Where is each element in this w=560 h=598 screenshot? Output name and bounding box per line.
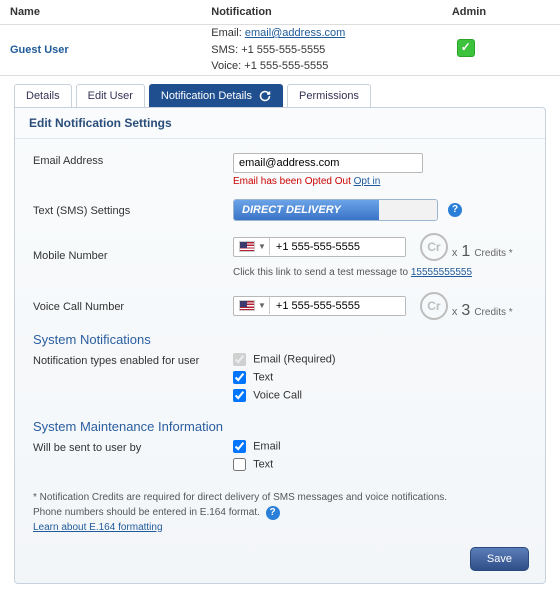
voice-number-label: Voice Call Number xyxy=(33,299,233,313)
sms-settings-label: Text (SMS) Settings xyxy=(33,203,233,217)
notif-types-label: Notification types enabled for user xyxy=(33,353,233,367)
table-row: Guest User Email: email@address.com SMS:… xyxy=(0,25,560,76)
col-header-notification: Notification xyxy=(211,0,452,24)
admin-check-icon xyxy=(457,39,475,57)
tab-permissions[interactable]: Permissions xyxy=(287,84,371,107)
credit-coin-icon: Cr xyxy=(420,292,448,320)
credit-coin-icon: Cr xyxy=(420,233,448,261)
save-button[interactable]: Save xyxy=(470,547,529,571)
voice-credits-count: 3 xyxy=(461,302,470,320)
panel-title: Edit Notification Settings xyxy=(15,108,545,139)
mobile-country-select[interactable]: ▼ xyxy=(234,238,270,255)
us-flag-icon xyxy=(239,300,255,311)
email-label: Email Address xyxy=(33,153,233,167)
tab-notification-details[interactable]: Notification Details xyxy=(149,84,283,107)
summary-sms-value: +1 555-555-5555 xyxy=(241,44,325,56)
mobile-credits: Cr x 1 Credits * xyxy=(420,233,513,261)
notification-settings-panel: Edit Notification Settings Email Address… xyxy=(14,107,546,584)
col-header-name: Name xyxy=(10,0,211,24)
delivery-mode-toggle[interactable]: DIRECT DELIVERY xyxy=(233,199,438,221)
maint-email-checkbox[interactable] xyxy=(233,440,246,453)
test-message-hint: Click this link to send a test message t… xyxy=(233,267,527,278)
maint-sent-by-label: Will be sent to user by xyxy=(33,440,233,454)
test-message-link[interactable]: 15555555555 xyxy=(411,267,472,278)
col-header-admin: Admin xyxy=(452,0,550,24)
summary-email-label: Email: xyxy=(211,27,242,39)
user-name-link[interactable]: Guest User xyxy=(10,44,69,56)
notif-text-checkbox[interactable] xyxy=(233,371,246,384)
tab-edit-user[interactable]: Edit User xyxy=(76,84,145,107)
tabs: Details Edit User Notification Details P… xyxy=(0,76,560,107)
voice-country-select[interactable]: ▼ xyxy=(234,297,270,314)
system-notifications-heading: System Notifications xyxy=(33,332,527,347)
voice-credits: Cr x 3 Credits * xyxy=(420,292,513,320)
chevron-down-icon: ▼ xyxy=(258,301,266,310)
summary-email-link[interactable]: email@address.com xyxy=(245,27,345,39)
summary-voice-value: +1 555-555-5555 xyxy=(244,60,328,72)
notif-voice-checkbox[interactable] xyxy=(233,389,246,402)
maint-text-label: Text xyxy=(253,458,273,470)
summary-voice-label: Voice: xyxy=(211,60,241,72)
help-icon[interactable]: ? xyxy=(266,506,280,520)
delivery-mode-active: DIRECT DELIVERY xyxy=(234,200,379,220)
email-opt-out-msg: Email has been Opted Out Opt in xyxy=(233,176,527,187)
delivery-mode-inactive xyxy=(379,200,437,220)
table-header: Name Notification Admin xyxy=(0,0,560,25)
opt-in-link[interactable]: Opt in xyxy=(354,176,381,187)
email-input[interactable] xyxy=(233,153,423,173)
notif-email-label: Email (Required) xyxy=(253,353,336,365)
refresh-icon[interactable] xyxy=(259,90,271,102)
mobile-number-label: Mobile Number xyxy=(33,248,233,262)
notification-summary: Email: email@address.com SMS: +1 555-555… xyxy=(211,25,452,75)
tab-details[interactable]: Details xyxy=(14,84,72,107)
notif-text-label: Text xyxy=(253,371,273,383)
us-flag-icon xyxy=(239,241,255,252)
notif-voice-label: Voice Call xyxy=(253,389,302,401)
mobile-credits-count: 1 xyxy=(461,243,470,261)
system-maintenance-heading: System Maintenance Information xyxy=(33,419,527,434)
mobile-number-input[interactable] xyxy=(270,238,405,256)
help-icon[interactable]: ? xyxy=(448,203,462,217)
tab-notification-details-label: Notification Details xyxy=(161,90,252,102)
maint-email-label: Email xyxy=(253,440,281,452)
e164-learn-link[interactable]: Learn about E.164 formatting xyxy=(33,520,163,535)
chevron-down-icon: ▼ xyxy=(258,242,266,251)
voice-number-input[interactable] xyxy=(270,297,405,315)
notif-email-checkbox xyxy=(233,353,246,366)
summary-sms-label: SMS: xyxy=(211,44,238,56)
maint-text-checkbox[interactable] xyxy=(233,458,246,471)
footnote: * Notification Credits are required for … xyxy=(33,490,527,535)
